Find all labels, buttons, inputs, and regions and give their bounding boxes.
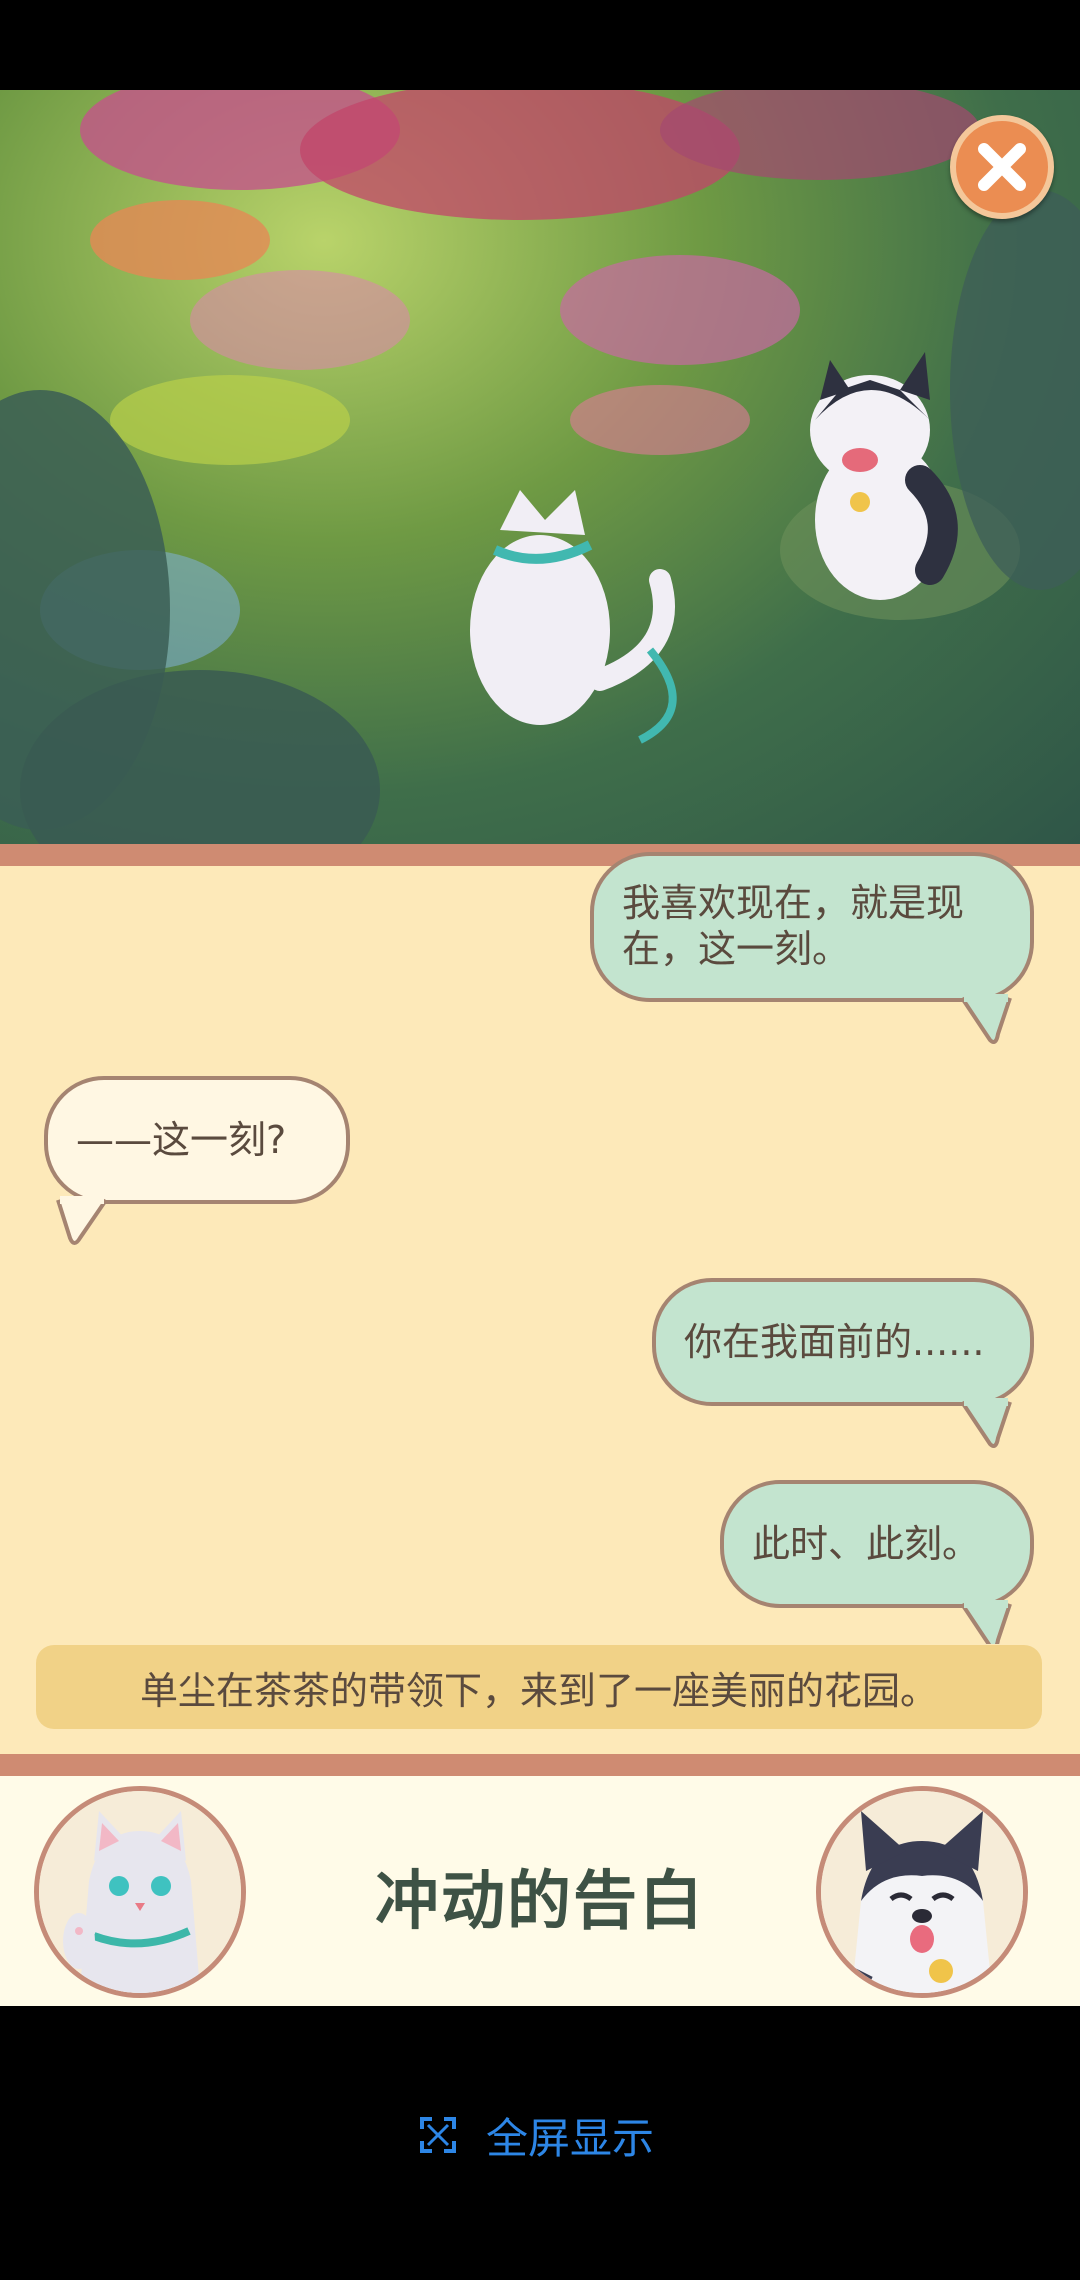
- bubble-tail: [960, 1398, 1012, 1448]
- bubble-tail: [56, 1196, 108, 1245]
- narration-text: 单尘在茶茶的带领下，来到了一座美丽的花园。: [139, 1668, 938, 1713]
- message-bubble-right: 你在我面前的......: [652, 1278, 1034, 1406]
- fullscreen-label: 全屏显示: [486, 2113, 655, 2163]
- message-bubble-right: 我喜欢现在，就是现在，这一刻。: [590, 852, 1034, 1002]
- narration-box: 单尘在茶茶的带领下，来到了一座美丽的花园。: [36, 1645, 1042, 1729]
- cat-avatar-icon: [39, 1791, 241, 1993]
- bubble-tail: [960, 1600, 1012, 1644]
- garden-painting: [0, 90, 1080, 844]
- husky-avatar-icon: [821, 1791, 1023, 1993]
- cat-avatar[interactable]: [34, 1786, 246, 1998]
- message-text: ——这一刻?: [76, 1118, 287, 1162]
- chapter-title: 冲动的告白: [375, 1865, 705, 1939]
- husky-avatar[interactable]: [816, 1786, 1028, 1998]
- message-text: 此时、此刻。: [752, 1522, 981, 1566]
- close-icon: [978, 143, 1026, 191]
- bottom-divider-strip: [0, 1754, 1080, 1776]
- close-button[interactable]: [950, 115, 1054, 219]
- white-cat: [470, 490, 677, 744]
- message-text: 我喜欢现在，就是现在，这一刻。: [622, 881, 965, 971]
- fullscreen-icon: [420, 2117, 456, 2153]
- message-bubble-left: ——这一刻?: [44, 1076, 350, 1204]
- husky-dog: [810, 352, 958, 600]
- bubble-tail: [960, 994, 1012, 1044]
- scene-illustration: [0, 90, 1080, 844]
- message-text: 你在我面前的......: [684, 1320, 985, 1364]
- fullscreen-button[interactable]: 全屏显示: [418, 2105, 654, 2165]
- message-bubble-right: 此时、此刻。: [720, 1480, 1034, 1608]
